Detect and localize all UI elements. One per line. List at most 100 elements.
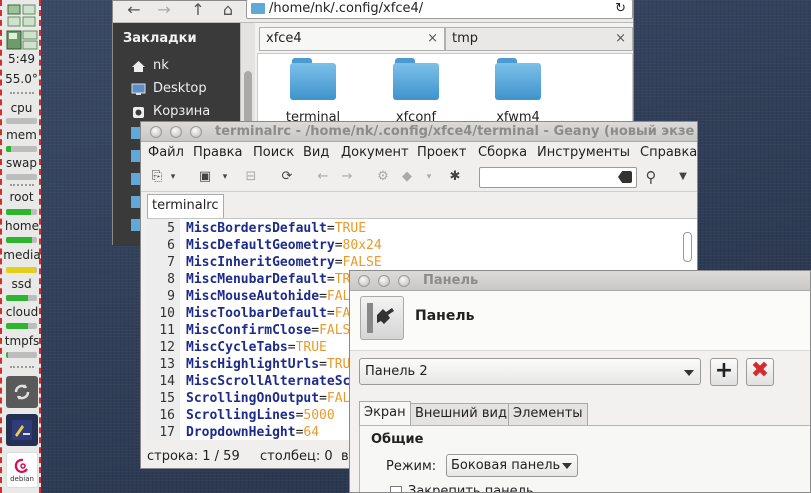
config-key: ScrollingOnOutput [186,391,320,406]
window-title: terminalrc - /home/nk/.config/xfce4/term… [215,124,695,139]
tab-display[interactable]: Экран [359,401,411,425]
close-icon[interactable]: × [427,28,438,50]
chevron-down-icon[interactable]: ▼ [675,169,691,185]
sidebar-item-label: Desktop [153,81,207,96]
code-line: MiscScrollAlternateSc [186,374,350,389]
clock[interactable]: 5:49 [4,52,39,66]
config-value: TRUE [334,221,367,236]
maximize-window-button[interactable] [398,275,410,287]
tab-appearance[interactable]: Внешний вид [410,403,512,425]
config-value: 64 [303,425,320,440]
search-input[interactable] [479,167,637,188]
reload-icon[interactable]: ⟳ [279,169,295,185]
monitor-home-label: home [4,219,40,233]
window-switcher-icon[interactable] [5,3,38,29]
panel-settings-icon [360,296,404,340]
folder-icon [290,58,336,100]
status-line: строка: 1 / 59 [147,449,240,464]
geany-titlebar[interactable]: terminalrc - /home/nk/.config/xfce4/term… [141,122,697,142]
up-arrow-icon[interactable]: ↑ [187,1,209,19]
add-panel-button[interactable]: + [710,358,738,386]
chevron-down-icon [684,370,694,376]
back-arrow-icon[interactable]: ← [123,1,145,19]
workspace-switcher-icon[interactable] [5,30,38,50]
folder-item-xfwm4[interactable]: xfwm4 [486,58,550,125]
prefs-titlebar[interactable]: Панель [350,271,810,291]
line-number: 10 [159,306,175,321]
config-value: 80x24 [342,238,382,253]
menu-file[interactable]: Файл [148,142,184,164]
close-icon[interactable]: × [615,28,626,50]
new-file-icon[interactable]: ⎘ [149,169,165,185]
folder-item-terminal[interactable]: terminal [281,58,345,125]
code-line: MiscBordersDefault=TRUE [186,221,367,236]
chevron-down-icon[interactable]: ▾ [421,169,437,185]
forward-arrow-icon[interactable]: → [339,169,355,185]
code-line: MiscMenubarDefault=TR [186,272,351,287]
folder-item-xfconf[interactable]: xfconf [384,58,448,125]
home-icon[interactable]: ⌂ [217,1,239,19]
sidebar-item-desktop[interactable]: Desktop [131,81,207,96]
chevron-down-icon[interactable]: ▾ [165,169,181,185]
menu-edit[interactable]: Правка [193,142,242,164]
mode-select[interactable]: Боковая панель [446,454,578,477]
menu-view[interactable]: Вид [303,142,329,164]
close-window-button[interactable] [150,126,162,138]
chevron-down-icon[interactable]: ▾ [217,169,233,185]
config-key: MiscBordersDefault [186,221,327,236]
folder-icon [251,3,265,14]
monitor-media-bar [6,267,37,273]
refresh-icon[interactable] [6,376,38,408]
editor-scrollbar[interactable] [681,218,695,278]
monitor-ssd-bar [6,295,37,301]
line-number: 8 [167,272,175,287]
left-vertical-panel: 5:49 55.0° cpu mem swap root home media … [0,0,41,493]
window-title: Панель [423,273,479,288]
sidebar-item-label: Корзина [153,104,211,119]
minimize-window-button[interactable] [378,275,390,287]
compile-icon[interactable]: ⚙ [375,169,391,185]
sidebar-item-trash[interactable]: Корзина [131,104,210,119]
debian-icon[interactable]: debian [6,452,38,488]
code-line: MiscInheritGeometry=FALSE [186,255,382,270]
remove-panel-button[interactable]: ✖ [746,358,774,386]
sidebar-item-nk[interactable]: nk [131,58,169,73]
open-file-icon[interactable]: ▣ [197,169,213,185]
menu-help[interactable]: Справка [640,142,697,164]
minimize-window-button[interactable] [170,126,182,138]
monitor-home-bar [6,237,37,243]
code-line: ScrollingOnOutput=FAL [186,391,351,406]
back-arrow-icon[interactable]: ← [315,169,331,185]
maximize-window-button[interactable] [190,126,202,138]
refresh-icon[interactable]: ↻ [615,0,626,18]
monitor-swap-bar [6,174,37,180]
line-number: 6 [167,238,175,253]
search-icon[interactable]: ⚲ [643,169,659,185]
monitor-root-label: root [9,190,34,204]
menu-tools[interactable]: Инструменты [537,142,630,164]
tab-tmp[interactable]: tmp × [445,27,633,51]
menu-build[interactable]: Сборка [478,142,527,164]
script-editor-icon[interactable] [6,414,38,446]
menu-document[interactable]: Документ [341,142,409,164]
tab-items[interactable]: Элементы [508,403,588,425]
code-line: MiscConfirmClose=FALS [186,323,351,338]
config-key: MiscDefaultGeometry [186,238,335,253]
sidebar-item-label: nk [153,58,169,73]
forward-arrow-icon[interactable]: → [153,1,175,19]
panel-select[interactable]: Панель 2 [359,358,701,385]
code-line: MiscMouseAutohide=FAL [186,289,351,304]
close-window-button[interactable] [358,275,370,287]
save-icon[interactable]: ⊟ [243,169,259,185]
menu-project[interactable]: Проект [417,142,466,164]
location-bar[interactable]: /home/nk/.config/xfce4/ ↻ [246,0,633,19]
clear-icon[interactable] [618,171,632,183]
menu-search[interactable]: Поиск [253,142,294,164]
gear-icon[interactable]: ✱ [447,169,463,185]
monitor-mem-label: mem [6,128,37,142]
build-icon[interactable]: ◆ [399,169,415,185]
lock-panel-checkbox[interactable] [390,486,402,492]
tab-terminalrc[interactable]: terminalrc [147,194,224,218]
tab-xfce4[interactable]: xfce4 × [259,27,445,51]
config-value: FAL [326,391,351,406]
